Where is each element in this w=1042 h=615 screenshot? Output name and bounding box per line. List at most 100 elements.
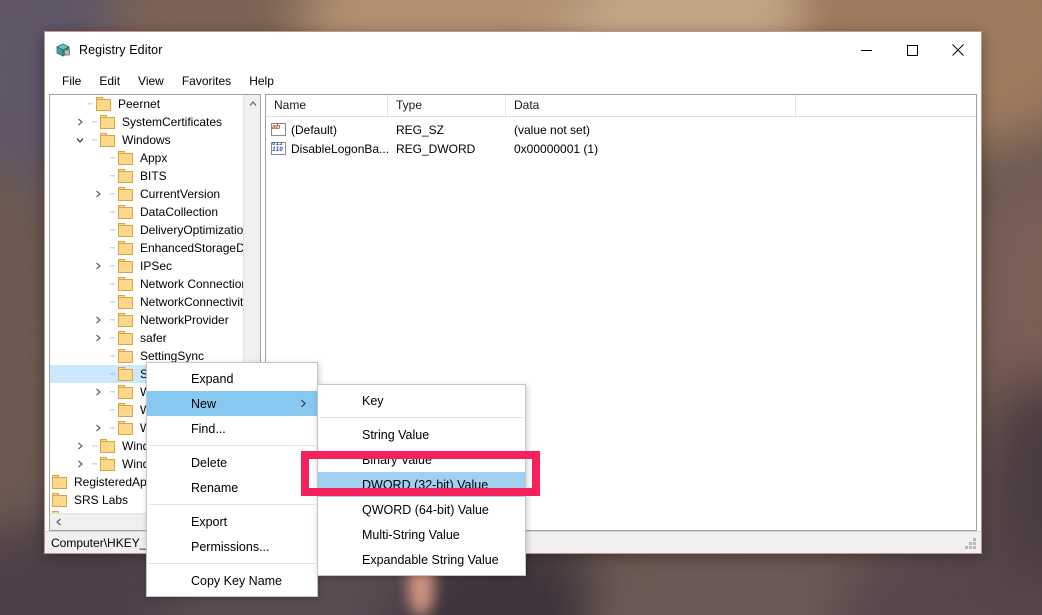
menu-help[interactable]: Help xyxy=(240,71,283,91)
folder-icon xyxy=(52,475,69,489)
context-menu-item-export[interactable]: Export xyxy=(147,509,317,534)
tree-connector: ┄ xyxy=(109,188,115,199)
context-menu-item-permissions[interactable]: Permissions... xyxy=(147,534,317,559)
menu-file[interactable]: File xyxy=(53,71,90,91)
folder-icon xyxy=(118,295,135,309)
tree-connector: ┄ xyxy=(109,278,115,289)
folder-icon xyxy=(118,313,135,327)
tree-item[interactable]: ┄ CurrentVersion xyxy=(50,185,243,203)
tree-item-label: NetworkProvider xyxy=(140,313,229,327)
tree-item[interactable]: ┄ EnhancedStorageDevice xyxy=(50,239,243,257)
tree-item-label: Appx xyxy=(140,151,168,165)
menu-bar: File Edit View Favorites Help xyxy=(45,68,981,94)
registry-context-menu[interactable]: Expand New Find... Delete Rename Export … xyxy=(146,362,318,597)
value-type-cell: REG_DWORD xyxy=(396,141,476,156)
folder-icon xyxy=(118,151,135,165)
value-data-cell: 0x00000001 (1) xyxy=(514,141,599,156)
tree-item[interactable]: ┄ BITS xyxy=(50,167,243,185)
tree-item-label: IPSec xyxy=(140,259,173,273)
context-menu-item-copy-key-name[interactable]: Copy Key Name xyxy=(147,568,317,593)
context-menu-label: Find... xyxy=(191,421,226,436)
context-menu-item-expand[interactable]: Expand xyxy=(147,366,317,391)
value-data-cell: (value not set) xyxy=(514,122,591,137)
chevron-right-icon[interactable] xyxy=(90,185,106,203)
tree-connector: ┄ xyxy=(109,332,115,343)
tree-item[interactable]: ┄ NetworkConnectivitySt xyxy=(50,293,243,311)
tree-item[interactable]: ┄ DeliveryOptimization xyxy=(50,221,243,239)
context-menu-item-delete[interactable]: Delete xyxy=(147,450,317,475)
tree-item[interactable]: ┄ NetworkProvider xyxy=(50,311,243,329)
menu-edit[interactable]: Edit xyxy=(90,71,129,91)
minimize-button[interactable] xyxy=(843,32,889,68)
folder-icon xyxy=(118,259,135,273)
context-menu-item-find[interactable]: Find... xyxy=(147,416,317,441)
tree-item[interactable]: ┄ IPSec xyxy=(50,257,243,275)
tree-item[interactable]: ┄ Appx xyxy=(50,149,243,167)
folder-icon xyxy=(100,457,117,471)
maximize-button[interactable] xyxy=(889,32,935,68)
chevron-down-icon[interactable] xyxy=(72,131,88,149)
tree-item[interactable]: ┄ safer xyxy=(50,329,243,347)
tree-connector: ┄ xyxy=(109,224,115,235)
string-value-icon: ab xyxy=(271,123,286,136)
tree-item-label: SettingSync xyxy=(140,349,205,363)
submenu-item-string-value[interactable]: String Value xyxy=(318,422,525,447)
submenu-item-multi-string-value[interactable]: Multi-String Value xyxy=(318,522,525,547)
folder-icon xyxy=(118,421,135,435)
table-row[interactable]: ab (Default) REG_SZ (value not set) xyxy=(266,120,976,139)
dword-value-icon: 011 110 xyxy=(271,142,286,155)
window-controls xyxy=(843,32,981,68)
tree-item[interactable]: ┄ Network Connections xyxy=(50,275,243,293)
context-menu-item-rename[interactable]: Rename xyxy=(147,475,317,500)
tree-item-label: CurrentVersion xyxy=(140,187,221,201)
wallpaper-blob xyxy=(0,200,50,500)
folder-icon xyxy=(100,133,117,147)
chevron-right-icon[interactable] xyxy=(72,437,88,455)
title-bar: Registry Editor xyxy=(45,32,981,68)
column-header-name[interactable]: Name xyxy=(266,95,388,116)
tree-connector: ┄ xyxy=(109,170,115,181)
folder-icon xyxy=(118,223,135,237)
tree-item-label: Peernet xyxy=(118,97,161,111)
chevron-right-icon[interactable] xyxy=(90,419,106,437)
table-row[interactable]: 011 110 DisableLogonBa... REG_DWORD 0x000… xyxy=(266,139,976,158)
chevron-right-icon[interactable] xyxy=(72,113,88,131)
scroll-left-icon[interactable] xyxy=(50,514,67,531)
submenu-item-qword-64bit-value[interactable]: QWORD (64-bit) Value xyxy=(318,497,525,522)
resize-grip[interactable] xyxy=(965,538,977,550)
folder-icon xyxy=(118,277,135,291)
folder-icon xyxy=(118,349,135,363)
context-menu-label: Rename xyxy=(191,480,239,495)
menu-view[interactable]: View xyxy=(129,71,173,91)
submenu-item-expandable-string-value[interactable]: Expandable String Value xyxy=(318,547,525,572)
tree-item[interactable]: ┄ Windows xyxy=(50,131,243,149)
tree-item-label: DataCollection xyxy=(140,205,219,219)
folder-icon xyxy=(118,385,135,399)
menu-favorites[interactable]: Favorites xyxy=(173,71,240,91)
column-header-data[interactable]: Data xyxy=(506,95,796,116)
value-name-cell: 011 110 DisableLogonBa... xyxy=(266,142,388,156)
tree-item[interactable]: ┄ DataCollection xyxy=(50,203,243,221)
tree-item[interactable]: ┄ SystemCertificates xyxy=(50,113,243,131)
submenu-item-key[interactable]: Key xyxy=(318,388,525,413)
tree-connector: ┄ xyxy=(91,440,97,451)
folder-icon xyxy=(118,367,135,381)
folder-icon xyxy=(100,439,117,453)
chevron-right-icon[interactable] xyxy=(90,329,106,347)
close-button[interactable] xyxy=(935,32,981,68)
submenu-label: Key xyxy=(362,393,384,408)
context-menu-separator xyxy=(149,563,315,564)
tree-item[interactable]: ┄ Peernet xyxy=(50,95,243,113)
value-name-text: DisableLogonBa... xyxy=(291,141,388,156)
chevron-right-icon[interactable] xyxy=(90,311,106,329)
chevron-right-icon[interactable] xyxy=(72,455,88,473)
context-menu-item-new[interactable]: New xyxy=(147,391,317,416)
scroll-up-icon[interactable] xyxy=(244,95,260,112)
chevron-right-icon[interactable] xyxy=(90,257,106,275)
tree-connector: ┄ xyxy=(109,404,115,415)
submenu-separator xyxy=(320,417,523,418)
chevron-right-icon[interactable] xyxy=(90,383,106,401)
wallpaper-blob xyxy=(600,545,860,615)
column-header-type[interactable]: Type xyxy=(388,95,506,116)
tree-item-label: NetworkConnectivitySt xyxy=(140,295,243,309)
